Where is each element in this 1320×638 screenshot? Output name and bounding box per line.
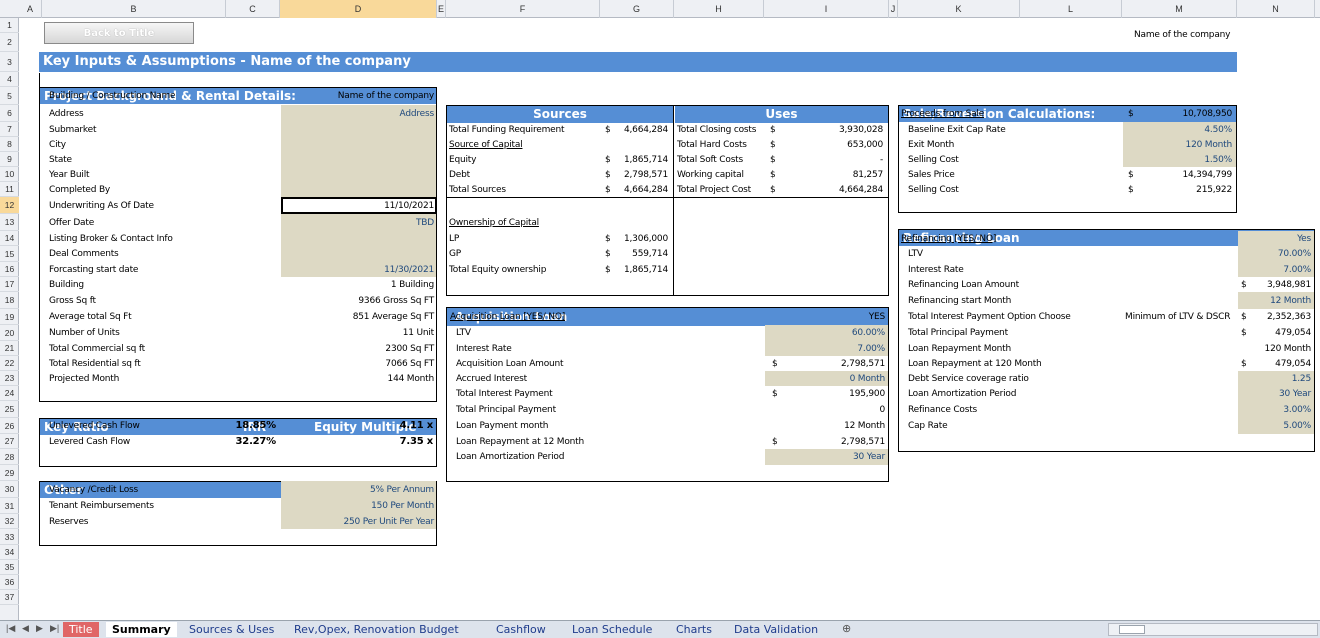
column-header[interactable]: F [446, 0, 600, 18]
sheet-tab[interactable]: Data Validation [728, 622, 824, 637]
row-header[interactable]: 1 [0, 18, 19, 33]
insert-sheet-icon[interactable]: ⊕ [842, 622, 851, 635]
refinancing-value: 3.00% [1283, 404, 1311, 415]
row-header[interactable]: 29 [0, 465, 19, 481]
refinancing-value: 12 Month [1270, 295, 1311, 306]
column-header[interactable]: L [1020, 0, 1122, 18]
cell-border [39, 73, 40, 87]
page-title: Key Inputs & Assumptions - Name of the c… [39, 52, 1237, 72]
sheet-tab[interactable]: Title [63, 622, 99, 637]
row-header[interactable]: 33 [0, 529, 19, 545]
refinancing-value: 120 Month [1264, 343, 1312, 354]
field-value: 11/10/2021 [384, 200, 434, 211]
sheet-tabs-bar: |◀ ◀ ▶ ▶| Title Summary Sources & Uses Rev,… [0, 620, 1320, 638]
sale-value: 10,708,950 [1182, 108, 1232, 119]
row-header[interactable]: 2 [0, 33, 19, 52]
back-to-title-button[interactable]: Back to Title [44, 22, 194, 44]
next-sheet-icon[interactable]: ▶ [36, 623, 43, 634]
column-header[interactable]: M [1122, 0, 1237, 18]
scroll-thumb[interactable] [1119, 625, 1145, 634]
refinancing-value: 70.00% [1277, 249, 1311, 259]
company-name-label: Name of the company [1134, 30, 1231, 40]
column-header[interactable]: E [437, 0, 446, 18]
column-header[interactable]: D [280, 0, 437, 18]
row-header[interactable]: 34 [0, 545, 19, 560]
row-header[interactable]: 4 [0, 72, 19, 87]
refinancing-value: 30 Year [1279, 388, 1311, 399]
sheet-tab[interactable]: Summary [106, 622, 177, 637]
row-header[interactable]: 35 [0, 560, 19, 575]
row-header[interactable]: 3 [0, 52, 19, 72]
other-value: 5% Per Annum [370, 484, 434, 495]
other-value: 250 Per Unit Per Year [343, 516, 435, 527]
refinancing-value: 7.00% [1283, 264, 1311, 275]
last-sheet-icon[interactable]: ▶| [50, 623, 59, 634]
refinancing-value: 2,352,363 [1266, 312, 1311, 322]
field-value: TBD [415, 217, 434, 228]
refinancing-value: 5.00% [1283, 421, 1311, 431]
refinancing-value: 3,948,981 [1266, 279, 1311, 290]
sheet-tab[interactable]: Loan Schedule [566, 622, 658, 637]
sheet-tab[interactable]: Sources & Uses [183, 622, 280, 637]
sale-value: 120 Month [1185, 139, 1233, 150]
column-headers: ABCDEFGHIJKLMN [0, 0, 1320, 18]
column-header[interactable]: K [898, 0, 1020, 18]
horizontal-scrollbar[interactable] [1108, 623, 1318, 636]
divider [447, 197, 888, 198]
sale-value: 4.50% [1204, 124, 1232, 135]
sheet-tab[interactable]: Rev,Opex, Renovation Budget [288, 622, 465, 637]
ownership-label: Ownership of Capital [449, 217, 539, 228]
refinancing-value: 479,054 [1275, 328, 1311, 338]
other-value: 150 Per Month [371, 501, 434, 511]
sheet-tab[interactable]: Cashflow [490, 622, 552, 637]
refinancing-value: Yes [1297, 233, 1311, 244]
row-header[interactable]: 37 [0, 590, 19, 605]
sale-value: 14,394,799 [1182, 169, 1232, 180]
refinancing-value: 1.25 [1291, 373, 1311, 384]
column-header[interactable]: H [674, 0, 764, 18]
column-header[interactable]: C [226, 0, 280, 18]
sale-value: 215,922 [1196, 184, 1232, 195]
column-header[interactable]: N [1237, 0, 1315, 18]
row-header[interactable]: 36 [0, 575, 19, 590]
column-header[interactable]: I [764, 0, 889, 18]
refinancing-value: 479,054 [1275, 358, 1311, 369]
column-header[interactable]: G [600, 0, 674, 18]
acquisition-value: 30 Year [853, 452, 885, 462]
column-header[interactable]: B [42, 0, 226, 18]
acquisition-value: 2,798,571 [840, 436, 885, 447]
sale-value: 1.50% [1204, 154, 1232, 165]
prev-sheet-icon[interactable]: ◀ [22, 623, 29, 634]
field-value: Name of the company [337, 91, 434, 101]
first-sheet-icon[interactable]: |◀ [6, 623, 15, 634]
column-header[interactable]: J [889, 0, 898, 18]
column-header[interactable]: A [19, 0, 42, 18]
sheet-tab[interactable]: Charts [670, 622, 718, 637]
